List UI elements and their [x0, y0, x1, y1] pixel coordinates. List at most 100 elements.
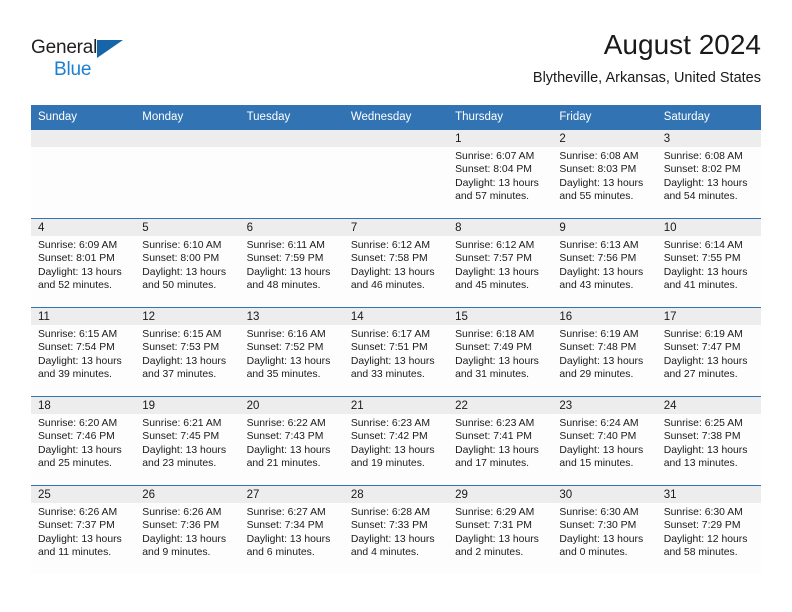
day-cell[interactable]: 4 Sunrise: 6:09 AM Sunset: 8:01 PM Daylight… — [31, 218, 136, 308]
sunset-text: Sunset: 7:37 PM — [38, 520, 115, 532]
sunrise-text: Sunrise: 6:27 AM — [246, 507, 326, 518]
day-cell[interactable]: 22 Sunrise: 6:23 AM Sunset: 7:41 PM Dayligh… — [448, 396, 553, 486]
day-cell[interactable]: 31 Sunrise: 6:30 AM Sunset: 7:29 PM Dayligh… — [656, 485, 761, 574]
day-cell[interactable]: 3 Sunrise: 6:08 AM Sunset: 8:02 PM Daylight… — [656, 130, 761, 219]
day-cell[interactable]: 16 Sunrise: 6:19 AM Sunset: 7:48 PM Dayligh… — [552, 307, 657, 397]
daylight-text-line1: Daylight: 13 hours — [663, 355, 748, 367]
daylight-text-line2: and 27 minutes. — [663, 369, 738, 381]
day-details: Sunrise: 6:09 AM Sunset: 8:01 PM Daylight:… — [31, 236, 135, 293]
calendar-table: Sunday Monday Tuesday Wednesday Thursday… — [31, 105, 761, 574]
daylight-text-line1: Daylight: 13 hours — [142, 533, 227, 545]
generalblue-logo[interactable]: General Blue — [31, 38, 151, 84]
day-details: Sunrise: 6:20 AM Sunset: 7:46 PM Daylight:… — [31, 414, 135, 471]
day-cell[interactable]: 10 Sunrise: 6:14 AM Sunset: 7:55 PM Dayligh… — [656, 218, 761, 308]
daylight-text-line1: Daylight: 13 hours — [142, 266, 227, 278]
daylight-text-line2: and 2 minutes. — [455, 547, 524, 559]
day-number: 22 — [448, 397, 553, 414]
day-details: Sunrise: 6:30 AM Sunset: 7:29 PM Daylight:… — [657, 503, 761, 560]
day-cell[interactable]: 12 Sunrise: 6:15 AM Sunset: 7:53 PM Dayligh… — [135, 307, 240, 397]
day-number: 27 — [239, 486, 344, 503]
sunrise-text: Sunrise: 6:07 AM — [455, 151, 535, 162]
sunset-text: Sunset: 7:33 PM — [350, 520, 428, 532]
day-details: Sunrise: 6:08 AM Sunset: 8:03 PM Daylight:… — [552, 147, 656, 204]
day-cell[interactable]: 27 Sunrise: 6:27 AM Sunset: 7:34 PM Dayligh… — [239, 485, 344, 574]
day-number — [343, 130, 449, 147]
daylight-text-line2: and 52 minutes. — [38, 280, 112, 292]
daylight-text-line1: Daylight: 13 hours — [455, 533, 539, 545]
day-number — [239, 130, 344, 147]
daylight-text-line2: and 57 minutes. — [455, 191, 530, 203]
sunset-text: Sunset: 8:01 PM — [38, 253, 115, 265]
day-cell[interactable]: 21 Sunrise: 6:23 AM Sunset: 7:42 PM Dayligh… — [343, 396, 449, 486]
page-header: General Blue August 2024 Blytheville, Ar… — [31, 28, 761, 98]
sunset-text: Sunset: 7:43 PM — [246, 431, 324, 443]
daylight-text-line2: and 19 minutes. — [350, 458, 425, 470]
day-number: 25 — [31, 486, 136, 503]
daylight-text-line2: and 33 minutes. — [350, 369, 425, 381]
day-cell-empty — [135, 130, 240, 219]
day-cell[interactable]: 14 Sunrise: 6:17 AM Sunset: 7:51 PM Dayligh… — [343, 307, 449, 397]
daylight-text-line1: Daylight: 13 hours — [455, 355, 539, 367]
day-details: Sunrise: 6:11 AM Sunset: 7:59 PM Daylight:… — [240, 236, 344, 293]
day-cell[interactable]: 25 Sunrise: 6:26 AM Sunset: 7:37 PM Dayligh… — [31, 485, 136, 574]
day-cell[interactable]: 1 Sunrise: 6:07 AM Sunset: 8:04 PM Daylight… — [448, 130, 553, 219]
day-details: Sunrise: 6:12 AM Sunset: 7:58 PM Daylight:… — [344, 236, 448, 293]
day-cell[interactable]: 24 Sunrise: 6:25 AM Sunset: 7:38 PM Dayligh… — [656, 396, 761, 486]
day-cell[interactable]: 17 Sunrise: 6:19 AM Sunset: 7:47 PM Dayligh… — [656, 307, 761, 397]
sunset-text: Sunset: 7:48 PM — [559, 342, 637, 354]
sunrise-text: Sunrise: 6:09 AM — [38, 240, 118, 251]
sunset-text: Sunset: 8:00 PM — [142, 253, 220, 265]
day-details: Sunrise: 6:24 AM Sunset: 7:40 PM Daylight:… — [552, 414, 656, 471]
sunrise-text: Sunrise: 6:23 AM — [455, 418, 535, 429]
daylight-text-line2: and 21 minutes. — [246, 458, 321, 470]
sunrise-text: Sunrise: 6:17 AM — [350, 329, 430, 340]
day-cell[interactable]: 5 Sunrise: 6:10 AM Sunset: 8:00 PM Daylight… — [135, 218, 240, 308]
weekday-header-tuesday: Tuesday — [239, 105, 344, 130]
day-cell[interactable]: 6 Sunrise: 6:11 AM Sunset: 7:59 PM Daylight… — [239, 218, 344, 308]
calendar-week-row: 4 Sunrise: 6:09 AM Sunset: 8:01 PM Daylight… — [31, 218, 761, 308]
day-cell[interactable]: 13 Sunrise: 6:16 AM Sunset: 7:52 PM Dayligh… — [239, 307, 344, 397]
day-details: Sunrise: 6:19 AM Sunset: 7:48 PM Daylight:… — [552, 325, 656, 382]
day-cell[interactable]: 18 Sunrise: 6:20 AM Sunset: 7:46 PM Dayligh… — [31, 396, 136, 486]
day-cell[interactable]: 29 Sunrise: 6:29 AM Sunset: 7:31 PM Dayligh… — [448, 485, 553, 574]
daylight-text-line2: and 41 minutes. — [663, 280, 738, 292]
day-cell[interactable]: 30 Sunrise: 6:30 AM Sunset: 7:30 PM Dayligh… — [552, 485, 657, 574]
day-cell[interactable]: 20 Sunrise: 6:22 AM Sunset: 7:43 PM Dayligh… — [239, 396, 344, 486]
day-number: 26 — [135, 486, 240, 503]
day-cell[interactable]: 28 Sunrise: 6:28 AM Sunset: 7:33 PM Dayligh… — [343, 485, 449, 574]
day-number: 6 — [239, 219, 344, 236]
day-cell[interactable]: 9 Sunrise: 6:13 AM Sunset: 7:56 PM Daylight… — [552, 218, 657, 308]
day-cell[interactable]: 23 Sunrise: 6:24 AM Sunset: 7:40 PM Dayligh… — [552, 396, 657, 486]
day-number: 20 — [239, 397, 344, 414]
daylight-text-line1: Daylight: 13 hours — [350, 533, 435, 545]
day-cell[interactable]: 2 Sunrise: 6:08 AM Sunset: 8:03 PM Daylight… — [552, 130, 657, 219]
sunset-text: Sunset: 8:04 PM — [455, 164, 532, 176]
sunset-text: Sunset: 7:51 PM — [350, 342, 428, 354]
sunset-text: Sunset: 7:56 PM — [559, 253, 637, 265]
day-details: Sunrise: 6:23 AM Sunset: 7:42 PM Daylight:… — [344, 414, 448, 471]
day-number: 18 — [31, 397, 136, 414]
logo-triangle-icon — [97, 40, 123, 58]
daylight-text-line2: and 50 minutes. — [142, 280, 217, 292]
day-cell[interactable]: 8 Sunrise: 6:12 AM Sunset: 7:57 PM Daylight… — [448, 218, 553, 308]
day-cell[interactable]: 19 Sunrise: 6:21 AM Sunset: 7:45 PM Dayligh… — [135, 396, 240, 486]
day-details: Sunrise: 6:18 AM Sunset: 7:49 PM Daylight:… — [448, 325, 552, 382]
day-number: 29 — [448, 486, 553, 503]
day-cell-empty — [239, 130, 344, 219]
day-number: 16 — [552, 308, 657, 325]
day-cell[interactable]: 15 Sunrise: 6:18 AM Sunset: 7:49 PM Dayligh… — [448, 307, 553, 397]
sunset-text: Sunset: 7:45 PM — [142, 431, 220, 443]
day-cell[interactable]: 26 Sunrise: 6:26 AM Sunset: 7:36 PM Dayligh… — [135, 485, 240, 574]
day-cell[interactable]: 7 Sunrise: 6:12 AM Sunset: 7:58 PM Daylight… — [343, 218, 449, 308]
sunset-text: Sunset: 7:54 PM — [38, 342, 115, 354]
daylight-text-line1: Daylight: 13 hours — [663, 444, 748, 456]
day-number: 28 — [343, 486, 449, 503]
sunset-text: Sunset: 7:29 PM — [663, 520, 741, 532]
daylight-text-line1: Daylight: 13 hours — [559, 444, 644, 456]
sunrise-text: Sunrise: 6:26 AM — [142, 507, 222, 518]
daylight-text-line1: Daylight: 13 hours — [38, 533, 122, 545]
day-cell[interactable]: 11 Sunrise: 6:15 AM Sunset: 7:54 PM Dayligh… — [31, 307, 136, 397]
calendar-week-row: 11 Sunrise: 6:15 AM Sunset: 7:54 PM Dayligh… — [31, 307, 761, 397]
day-details: Sunrise: 6:17 AM Sunset: 7:51 PM Daylight:… — [344, 325, 448, 382]
day-details: Sunrise: 6:15 AM Sunset: 7:53 PM Daylight:… — [135, 325, 239, 382]
